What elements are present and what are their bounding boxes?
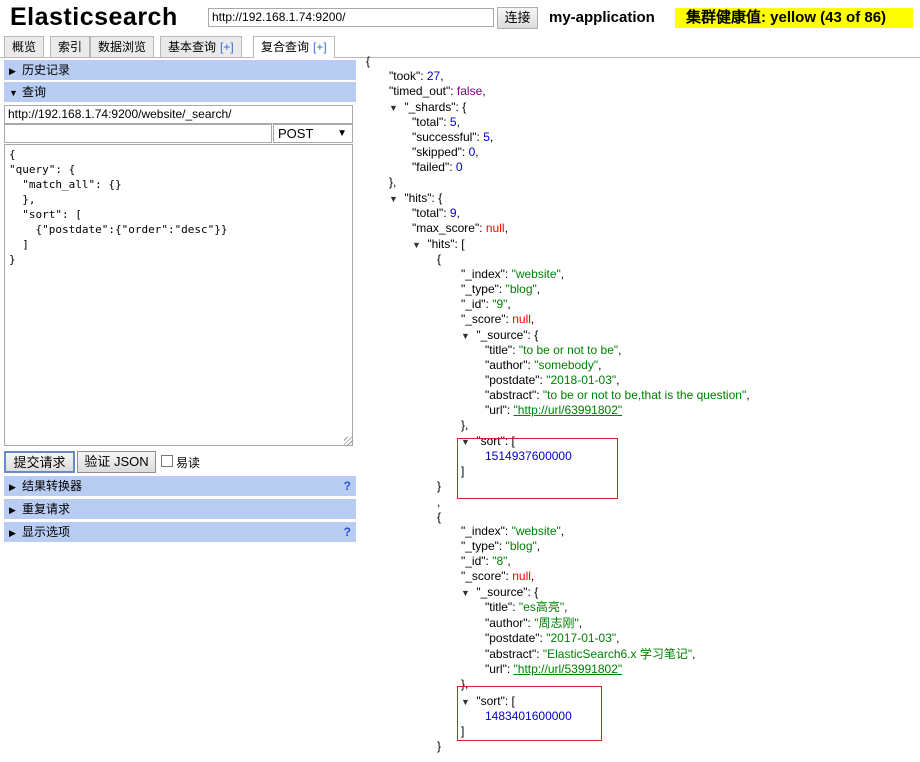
collapsed-triangle-icon: ▶ <box>9 505 16 515</box>
add-compound-query-tab[interactable]: [+] <box>313 40 327 54</box>
json-shards: ▼ "_shards": { <box>389 100 467 116</box>
hit-type: "_type": "blog", <box>461 282 541 296</box>
help-icon[interactable]: ? <box>344 522 351 543</box>
hit-index: "_index": "website", <box>461 267 565 281</box>
collapse-toggle-icon[interactable]: ▼ <box>389 192 401 207</box>
hit-index: "_index": "website", <box>461 524 565 538</box>
highlight-box <box>457 438 618 499</box>
cluster-url-input[interactable]: http://192.168.1.74:9200/ <box>208 8 494 27</box>
request-path-input[interactable]: http://192.168.1.74:9200/website/_search… <box>4 105 353 124</box>
dropdown-arrow-icon: ▼ <box>337 128 347 139</box>
display-options-header[interactable]: ▶ 显示选项 ? <box>4 522 356 543</box>
json-result-viewer: { "took": 27, "timed_out": false, ▼ "_sh… <box>366 54 750 753</box>
json-hits: ▼ "hits": { <box>389 191 443 207</box>
result-transformer-header[interactable]: ▶ 结果转换器 ? <box>4 476 356 497</box>
request-subpath-input[interactable] <box>4 124 272 143</box>
query-section-header[interactable]: ▼ 查询 <box>4 82 356 103</box>
cluster-name: my-application <box>549 9 655 26</box>
collapsed-triangle-icon: ▶ <box>9 66 16 76</box>
app-logo: Elasticsearch <box>10 3 178 31</box>
source-url-link[interactable]: "http://url/63991802" <box>514 403 623 417</box>
collapsed-triangle-icon: ▶ <box>9 482 16 492</box>
hit-score: "_score": null, <box>461 569 535 583</box>
request-actions: 提交请求 验证 JSON 易读 <box>4 451 356 473</box>
json-took: "took": 27, <box>389 69 444 83</box>
request-body-editor[interactable]: { "query": { "match_all": {} }, "sort": … <box>4 144 353 446</box>
expanded-triangle-icon: ▼ <box>9 88 18 98</box>
json-timed-out: "timed_out": false, <box>389 84 486 98</box>
http-method-select[interactable]: POST ▼ <box>273 124 353 143</box>
pretty-checkbox[interactable] <box>161 455 173 467</box>
connect-button[interactable]: 连接 <box>497 7 538 29</box>
collapse-toggle-icon[interactable]: ▼ <box>461 586 473 601</box>
collapsed-triangle-icon: ▶ <box>9 528 16 538</box>
history-section-header[interactable]: ▶ 历史记录 <box>4 60 356 81</box>
repeat-request-header[interactable]: ▶ 重复请求 <box>4 499 356 520</box>
top-header: Elasticsearch http://192.168.1.74:9200/ … <box>0 0 920 34</box>
help-icon[interactable]: ? <box>344 476 351 497</box>
collapse-toggle-icon[interactable]: ▼ <box>412 238 424 253</box>
tab-overview[interactable]: 概览 <box>4 36 45 57</box>
query-panel: ▶ 历史记录 ▼ 查询 http://192.168.1.74:9200/websi… <box>4 58 356 546</box>
tab-browser[interactable]: 数据浏览 <box>90 36 155 57</box>
tab-compound-query[interactable]: 复合查询 [+] <box>253 36 335 58</box>
tab-basic-query[interactable]: 基本查询 [+] <box>160 36 242 57</box>
cluster-health-badge: 集群健康值: yellow (43 of 86) <box>675 8 913 28</box>
add-basic-query-tab[interactable]: [+] <box>220 40 234 54</box>
source-url-link[interactable]: "http://url/53991802" <box>514 662 623 676</box>
tab-indices[interactable]: 索引 <box>50 36 91 57</box>
collapse-toggle-icon[interactable]: ▼ <box>389 101 401 116</box>
resize-grip-icon[interactable] <box>344 437 353 446</box>
highlight-box <box>457 686 602 741</box>
hit-id: "_id": "9", <box>461 297 511 311</box>
collapse-toggle-icon[interactable]: ▼ <box>461 329 473 344</box>
validate-json-button[interactable]: 验证 JSON <box>77 451 156 473</box>
hit-type: "_type": "blog", <box>461 539 541 553</box>
hit-score: "_score": null, <box>461 312 535 326</box>
hit-id: "_id": "8", <box>461 554 511 568</box>
submit-request-button[interactable]: 提交请求 <box>4 451 75 473</box>
pretty-checkbox-label: 易读 <box>176 456 201 470</box>
